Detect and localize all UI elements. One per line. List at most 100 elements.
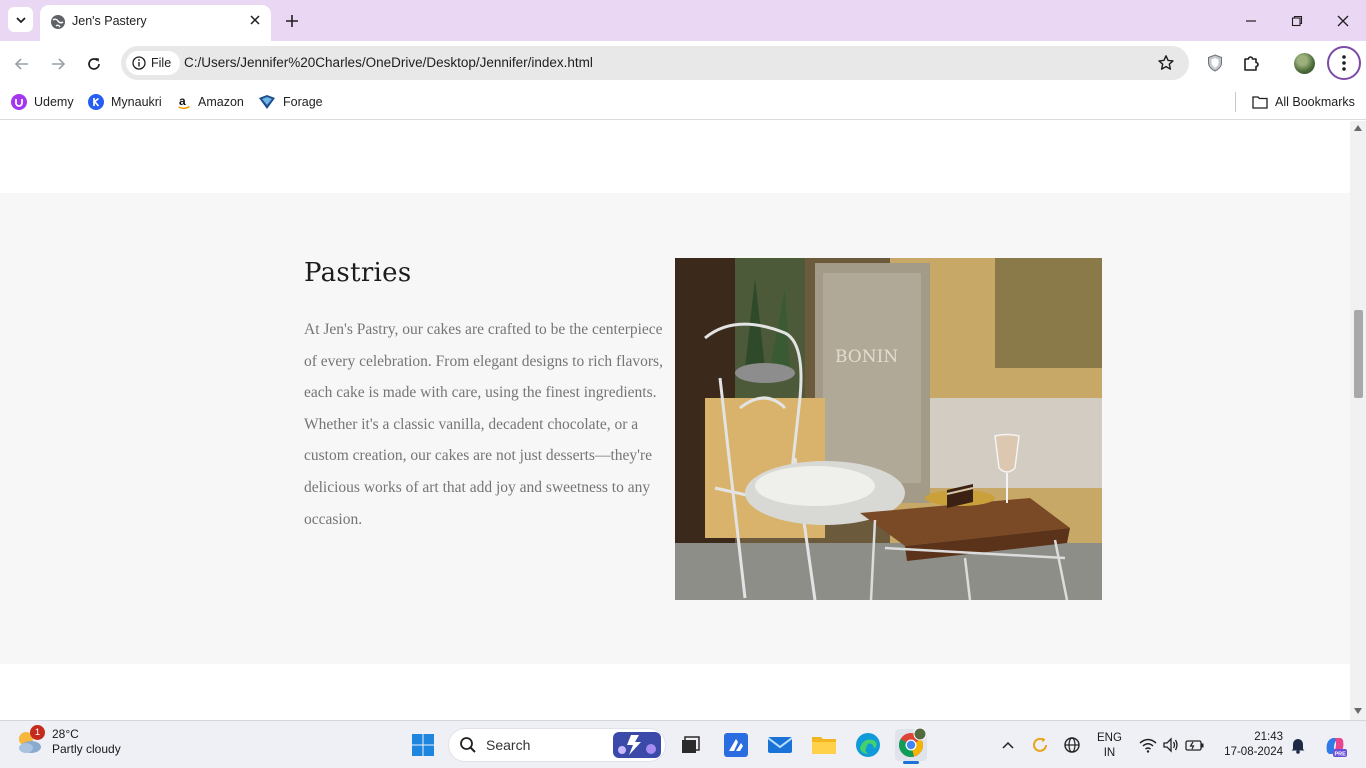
taskbar-search[interactable]: Search [448, 728, 666, 762]
chevron-down-icon [15, 16, 26, 23]
bookmark-amazon[interactable]: a Amazon [177, 92, 244, 112]
volume-button[interactable] [1160, 735, 1182, 755]
back-button[interactable] [9, 51, 35, 77]
site-info-label: File [151, 56, 172, 70]
task-view-icon [682, 736, 700, 753]
edge-app[interactable] [852, 729, 884, 761]
puzzle-icon [1244, 56, 1259, 71]
language-region: IN [1103, 747, 1116, 759]
scroll-up-icon[interactable] [1354, 125, 1362, 131]
svg-text:a: a [179, 94, 186, 108]
bookmark-label: Udemy [34, 95, 74, 109]
app-icon [724, 733, 748, 757]
extensions-button[interactable] [1240, 52, 1262, 74]
info-icon [132, 56, 146, 70]
taskbar-app-1[interactable] [720, 729, 752, 761]
sync-icon [1033, 737, 1047, 752]
mail-app[interactable] [764, 729, 796, 761]
bell-icon [1291, 739, 1305, 754]
network-globe-icon [1064, 737, 1080, 753]
close-window-button[interactable] [1320, 0, 1366, 41]
forage-icon [259, 95, 275, 109]
restore-button[interactable] [1274, 0, 1320, 41]
tab-title: Jen's Pastery [72, 14, 147, 28]
pastries-section: Pastries At Jen's Pastry, our cakes are … [0, 193, 1350, 664]
notifications-button[interactable] [1287, 735, 1309, 755]
language-indicator[interactable]: ENG IN [1097, 731, 1122, 761]
restore-icon [1291, 15, 1303, 26]
bookmark-udemy[interactable]: Udemy [11, 92, 74, 112]
chevron-up-icon [1002, 741, 1014, 749]
clock-date: 17-08-2024 [1224, 746, 1283, 758]
start-button[interactable] [407, 729, 439, 761]
section-heading: Pastries [304, 258, 412, 288]
minimize-button[interactable] [1228, 0, 1274, 41]
edge-icon [856, 733, 880, 757]
bookmark-label: Forage [283, 95, 323, 109]
copilot-button[interactable]: PRE [1322, 733, 1348, 759]
site-info-chip[interactable]: File [126, 51, 181, 75]
browser-menu-button[interactable] [1327, 46, 1361, 80]
bookmark-forage[interactable]: Forage [258, 92, 323, 112]
close-icon [250, 15, 260, 25]
bookmark-label: Amazon [198, 95, 244, 109]
weather-widget[interactable]: 1 28°C Partly cloudy [14, 725, 121, 757]
file-explorer-app[interactable] [808, 729, 840, 761]
section-paragraph: At Jen's Pastry, our cakes are crafted t… [304, 321, 663, 528]
battery-button[interactable] [1184, 735, 1206, 755]
globe-icon [51, 15, 65, 29]
more-vertical-icon [1342, 55, 1346, 71]
folder-icon [1252, 96, 1268, 109]
weather-badge: 1 [30, 725, 45, 740]
shield-icon [1208, 54, 1222, 72]
clock-time: 21:43 [1254, 731, 1283, 743]
close-icon [1337, 15, 1349, 26]
page-scrollbar[interactable] [1350, 121, 1366, 720]
extension-shield-button[interactable] [1204, 52, 1226, 74]
amazon-icon: a [178, 94, 190, 110]
browser-toolbar: File C:/Users/Jennifer%20Charles/OneDriv… [0, 41, 1366, 86]
cafe-scene-image: BONIN [675, 258, 1102, 600]
minimize-icon [1246, 19, 1256, 22]
reload-icon [88, 58, 100, 70]
wifi-icon [1139, 738, 1157, 753]
address-bar[interactable]: File C:/Users/Jennifer%20Charles/OneDriv… [121, 46, 1189, 80]
bookmarks-separator [1235, 92, 1236, 112]
tab-search-button[interactable] [8, 7, 33, 32]
system-clock[interactable]: 21:43 17-08-2024 [1217, 730, 1283, 760]
windows-logo-icon [412, 734, 434, 756]
chrome-profile-badge-icon [913, 727, 927, 741]
reload-button[interactable] [81, 51, 107, 77]
weather-temp: 28°C [52, 727, 79, 741]
bookmark-mynaukri[interactable]: Mynaukri [88, 92, 162, 112]
page-viewport: Pastries At Jen's Pastry, our cakes are … [0, 121, 1350, 720]
folder-icon [812, 737, 836, 754]
battery-charging-icon [1185, 740, 1204, 751]
arrow-right-icon [52, 58, 66, 70]
chrome-app[interactable] [895, 727, 927, 764]
task-view-button[interactable] [674, 729, 706, 761]
bookmarks-bar: Udemy Mynaukri a Amazon Forage All Bookm… [0, 86, 1366, 120]
language-code: ENG [1097, 732, 1122, 744]
star-icon[interactable] [1157, 54, 1175, 72]
network-status-button[interactable] [1061, 735, 1083, 755]
plus-icon [286, 15, 298, 27]
search-highlight-icon [613, 732, 661, 758]
taskbar-search-placeholder: Search [486, 737, 531, 753]
search-icon [460, 737, 476, 753]
tab-close-button[interactable] [247, 12, 263, 28]
weather-icon: 1 [14, 725, 45, 757]
all-bookmarks-button[interactable]: All Bookmarks [1252, 92, 1355, 112]
forward-button[interactable] [45, 51, 71, 77]
show-hidden-icons-button[interactable] [997, 735, 1019, 755]
svg-text:PRE: PRE [1335, 752, 1347, 758]
profile-avatar[interactable] [1294, 53, 1315, 74]
wifi-button[interactable] [1137, 735, 1159, 755]
active-tab[interactable]: Jen's Pastery [40, 5, 271, 41]
url-text[interactable]: C:/Users/Jennifer%20Charles/OneDrive/Des… [184, 55, 593, 70]
update-tray-icon-button[interactable] [1029, 735, 1051, 755]
scrollbar-thumb[interactable] [1354, 310, 1363, 398]
new-tab-button[interactable] [282, 11, 302, 31]
tab-strip: Jen's Pastery [0, 0, 1366, 41]
scroll-down-icon[interactable] [1354, 708, 1362, 714]
